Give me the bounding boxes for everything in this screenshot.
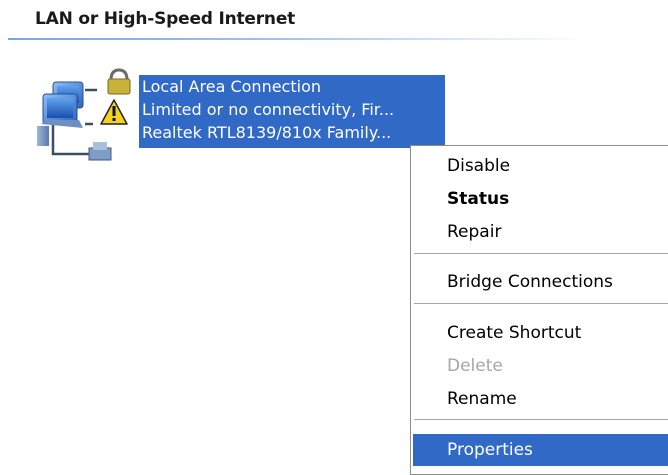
menu-separator	[414, 419, 668, 420]
menu-item-repair[interactable]: Repair	[413, 216, 668, 248]
group-header-lan: LAN or High-Speed Internet	[35, 9, 296, 29]
menu-item-bridge-connections[interactable]: Bridge Connections	[413, 266, 668, 298]
connection-status: Limited or no connectivity, Fir...	[142, 100, 395, 119]
connection-device: Realtek RTL8139/810x Family...	[142, 123, 392, 142]
menu-item-status[interactable]: Status	[413, 183, 668, 215]
context-menu: Disable Status Repair Bridge Connections…	[410, 145, 668, 475]
network-connection-icon[interactable]	[35, 68, 139, 166]
connection-item-label[interactable]: Local Area Connection Limited or no conn…	[139, 75, 445, 148]
group-divider	[8, 38, 588, 40]
menu-separator	[414, 303, 668, 304]
menu-item-create-shortcut[interactable]: Create Shortcut	[413, 317, 668, 349]
warning-icon	[100, 99, 128, 125]
lock-icon	[107, 68, 131, 95]
menu-item-properties[interactable]: Properties	[413, 434, 668, 466]
menu-item-delete: Delete	[447, 356, 503, 376]
menu-item-disable[interactable]: Disable	[413, 150, 668, 182]
connection-name: Local Area Connection	[142, 77, 321, 96]
menu-separator	[414, 253, 668, 254]
menu-item-rename[interactable]: Rename	[413, 383, 668, 415]
